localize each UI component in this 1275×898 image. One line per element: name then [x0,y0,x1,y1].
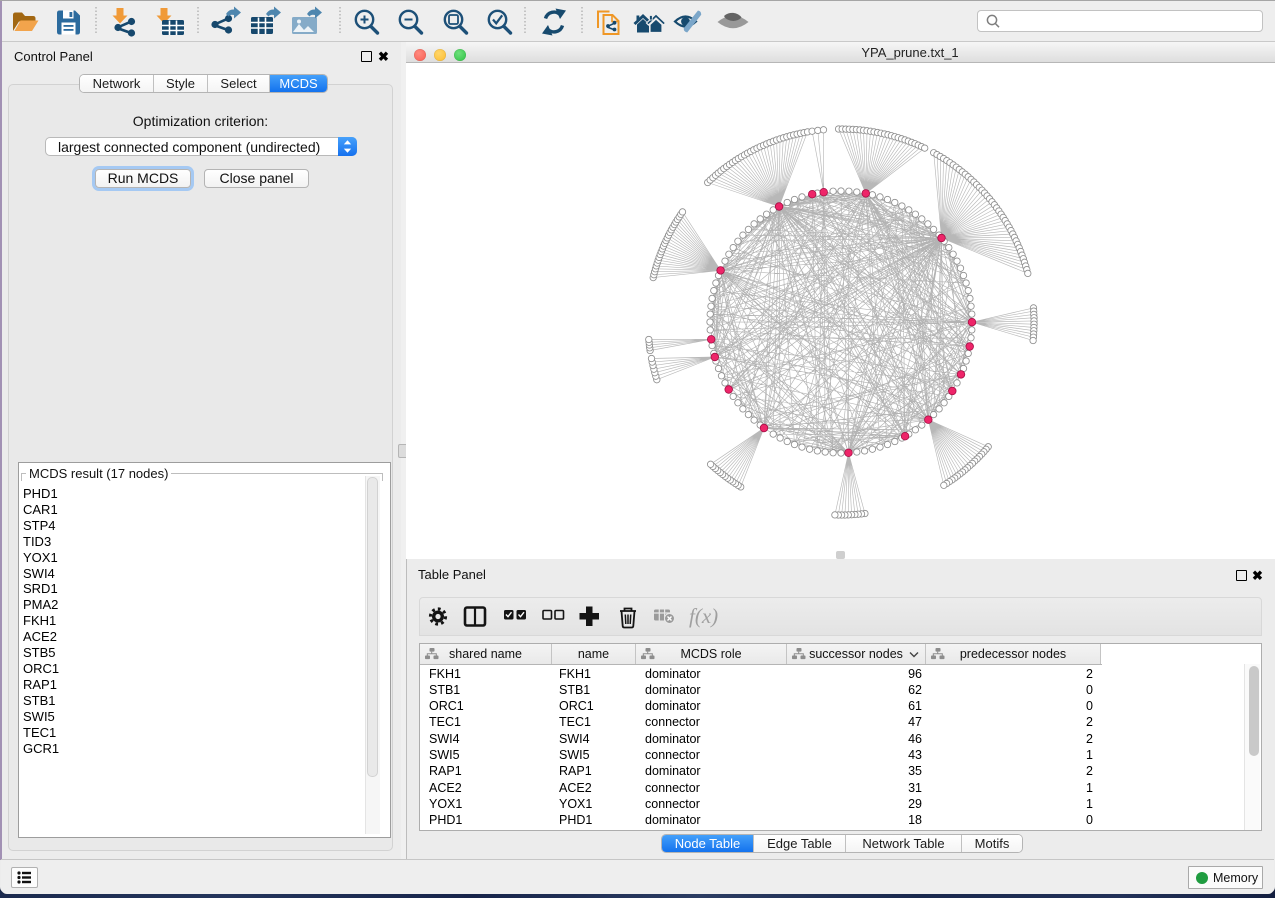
svg-text:f(x): f(x) [689,604,718,628]
